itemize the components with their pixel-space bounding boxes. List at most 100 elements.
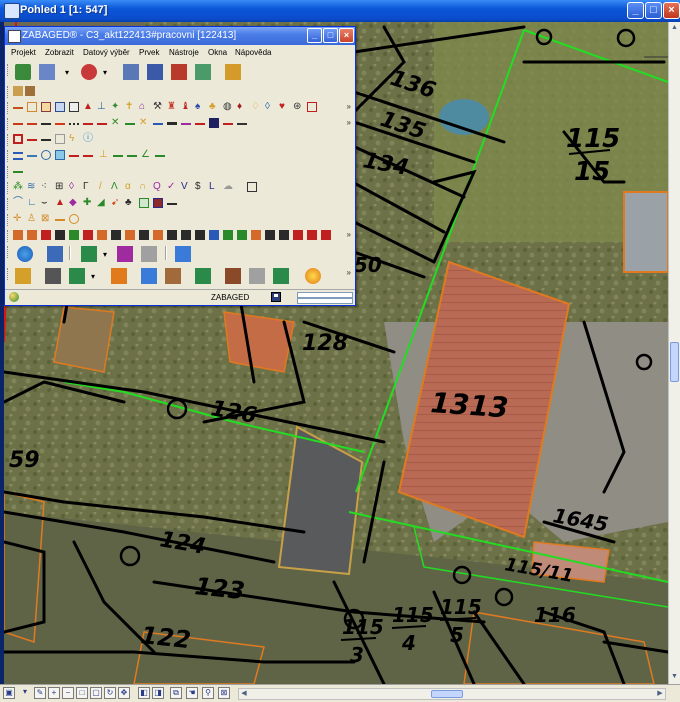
pipe-line-icon[interactable] [195, 123, 205, 133]
marsh-icon[interactable]: ≋ [27, 182, 37, 192]
green-line-icon[interactable] [125, 123, 135, 133]
edit-icon[interactable] [225, 64, 241, 80]
pin-symbol-icon[interactable]: ♢ [251, 102, 261, 112]
purple-line-icon[interactable] [181, 123, 191, 133]
chapel-symbol-icon[interactable]: ♠ [195, 102, 205, 112]
toolbar-grip[interactable] [7, 268, 10, 280]
toolbar-grip[interactable] [7, 246, 10, 258]
area-symbol-icon[interactable] [27, 102, 37, 112]
drop-symbol-icon[interactable]: ◊ [265, 102, 275, 112]
green-tick-icon[interactable] [127, 155, 137, 165]
zabaged-minimize-button[interactable]: _ [307, 28, 322, 43]
toolbar-overflow-icon[interactable]: » [347, 230, 351, 239]
dash-icon[interactable] [27, 139, 37, 149]
tag-17-icon[interactable] [237, 230, 247, 240]
copy-view-icon[interactable]: ⧉ [170, 687, 182, 699]
double-line-icon[interactable] [13, 152, 23, 160]
tree-dark-icon[interactable]: ♣ [125, 198, 135, 208]
bx-icon[interactable]: ⊠ [41, 214, 51, 224]
save-icon[interactable] [271, 292, 281, 302]
folder-open-icon[interactable] [25, 86, 35, 96]
open-icon[interactable] [39, 64, 55, 80]
red-triangle-icon[interactable]: ▲ [55, 198, 65, 208]
vertical-scrollbar[interactable]: ▲ ▼ [668, 22, 680, 684]
menu-projekt[interactable]: Projekt [11, 48, 36, 57]
menu-napoveda[interactable]: Nápověda [235, 48, 271, 57]
building-symbol-icon[interactable] [41, 102, 51, 112]
wall-line-icon[interactable] [237, 123, 247, 133]
corner-icon[interactable]: ∟ [27, 198, 37, 208]
project-icon[interactable] [15, 64, 31, 80]
toolbar-grip[interactable] [7, 166, 10, 178]
home-icon[interactable] [15, 268, 31, 284]
view-next-icon[interactable]: ◨ [152, 687, 164, 699]
tag-9-icon[interactable] [125, 230, 135, 240]
vineyard-icon[interactable]: ◊ [69, 182, 79, 192]
window-area-icon[interactable]: □ [76, 687, 88, 699]
menu-zobrazit[interactable]: Zobrazit [45, 48, 74, 57]
cloud-icon[interactable]: ☁ [223, 182, 233, 192]
l-icon[interactable]: L [209, 182, 219, 192]
zabaged-maximize-button[interactable]: □ [323, 28, 338, 43]
short-line-icon[interactable] [41, 139, 51, 149]
church-symbol-icon[interactable]: ⌂ [139, 102, 149, 112]
hedge-line-icon[interactable]: ✕ [111, 118, 121, 128]
fence-line-icon[interactable] [97, 123, 107, 133]
check-mark-icon[interactable]: ✓ [167, 182, 177, 192]
lamp-symbol-icon[interactable]: ♣ [209, 102, 219, 112]
line-symbol-icon[interactable] [13, 107, 23, 117]
clip-volume-icon[interactable]: ⊠ [218, 687, 230, 699]
mine-symbol-icon[interactable]: ⚒ [153, 102, 163, 112]
tag-16-icon[interactable] [223, 230, 233, 240]
user-icon[interactable] [141, 268, 157, 284]
toolbar-overflow-icon[interactable]: » [347, 268, 351, 277]
tag-11-icon[interactable] [153, 230, 163, 240]
toolbar-grip[interactable] [7, 86, 10, 98]
red-line-icon[interactable] [55, 123, 65, 133]
brush-icon[interactable] [225, 268, 241, 284]
slope-a-icon[interactable]: / [99, 182, 109, 192]
tag-2-icon[interactable] [27, 230, 37, 240]
orchard-icon[interactable]: ⊞ [55, 182, 65, 192]
dropdown-arrow-icon[interactable]: ▾ [65, 68, 75, 78]
toolbar-grip[interactable] [7, 230, 10, 242]
square-point-icon[interactable] [13, 134, 23, 144]
menu-nastroje[interactable]: Nástroje [169, 48, 199, 57]
blue-line-icon[interactable] [153, 123, 163, 133]
hand-tool-icon[interactable]: ☚ [186, 687, 198, 699]
dropdown-arrow-icon[interactable]: ▾ [19, 687, 31, 699]
green-triangle-icon[interactable]: ◢ [97, 198, 107, 208]
orange-arrow-icon[interactable]: ➹ [111, 198, 121, 208]
spring-symbol-icon[interactable]: ♦ [237, 102, 247, 112]
clean-icon[interactable] [249, 268, 265, 284]
connect-icon[interactable] [147, 64, 163, 80]
red-dash-icon[interactable] [69, 155, 79, 165]
bold-line-icon[interactable] [167, 122, 177, 132]
toolbar-grip[interactable] [7, 118, 10, 130]
export-icon[interactable] [195, 268, 211, 284]
fit-view-icon[interactable]: ▢ [90, 687, 102, 699]
scroll-right-icon[interactable]: ▶ [655, 689, 665, 699]
red-tick-icon[interactable] [83, 155, 93, 165]
flag-icon[interactable]: Γ [83, 182, 93, 192]
zabaged-titlebar[interactable]: ZABAGED® - C3_akt122413#pracovni [122413… [5, 27, 355, 45]
tag-8-icon[interactable] [111, 230, 121, 240]
green-line-2-icon[interactable] [155, 155, 165, 165]
rock-icon[interactable]: ⁖ [41, 182, 51, 192]
slope-icon[interactable]: ∠ [141, 150, 151, 160]
wave-icon[interactable]: α [125, 182, 135, 192]
tag-icon[interactable] [111, 268, 127, 284]
horizontal-scrollbar[interactable]: ◀ ▶ [238, 688, 666, 700]
undo-icon[interactable] [69, 268, 85, 284]
dropdown-arrow-icon[interactable]: ▾ [103, 68, 113, 78]
power-line-icon[interactable] [223, 123, 233, 133]
tag-18-icon[interactable] [251, 230, 261, 240]
toolbar-overflow-icon[interactable]: » [347, 118, 351, 127]
scroll-down-icon[interactable]: ▼ [670, 672, 679, 682]
road-line-icon[interactable] [13, 123, 23, 133]
tag-4-icon[interactable] [55, 230, 65, 240]
toolbar-grip[interactable] [7, 182, 10, 194]
tool-icon[interactable] [165, 268, 181, 284]
tag-13-icon[interactable] [181, 230, 191, 240]
cross-symbol-icon[interactable]: ✝ [125, 102, 135, 112]
